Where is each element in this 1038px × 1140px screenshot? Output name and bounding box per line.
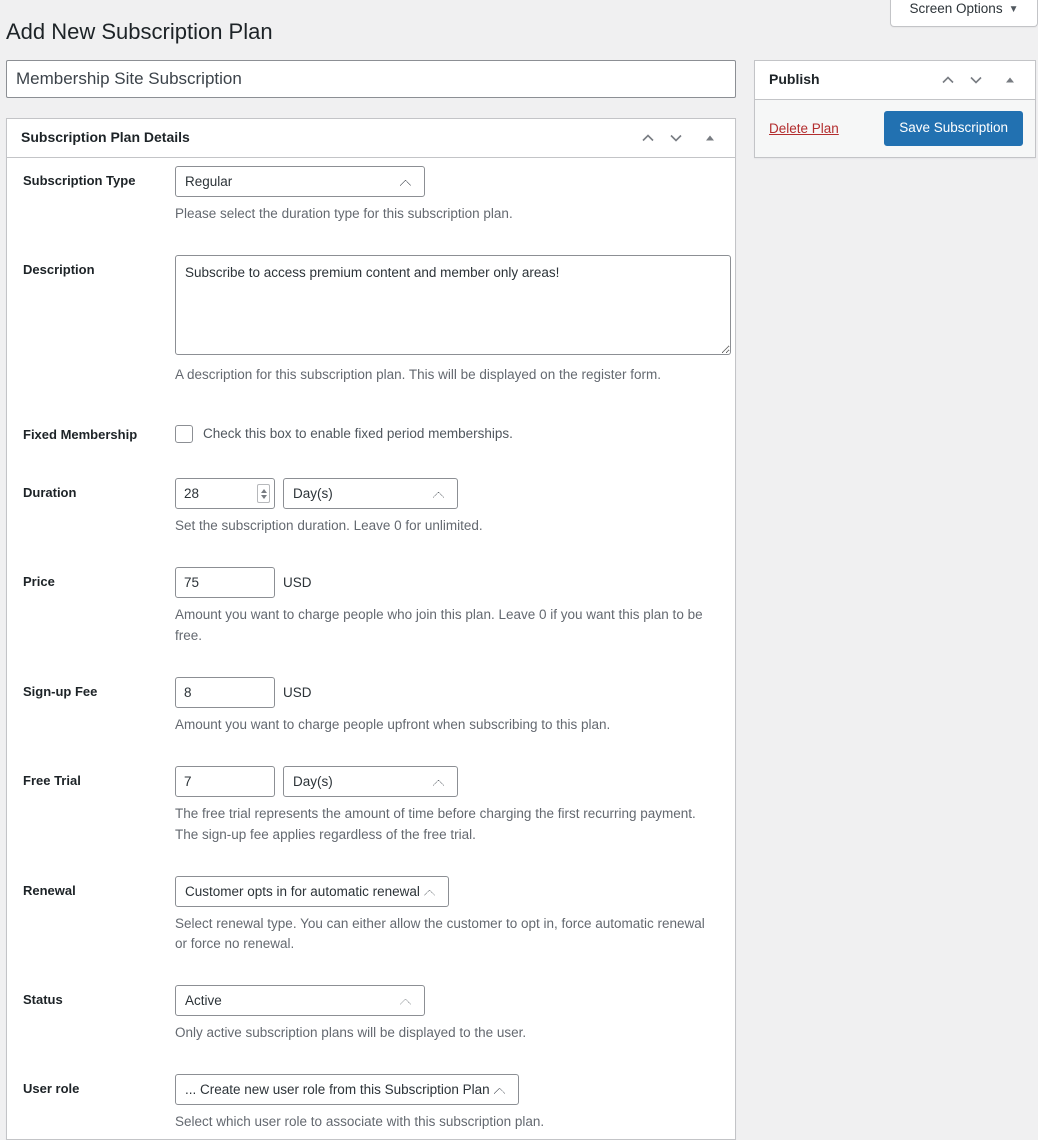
status-select[interactable]: Active <box>175 985 425 1017</box>
price-currency-label: USD <box>283 574 312 590</box>
publish-panel-heading: Publish <box>769 71 820 88</box>
price-label: Price <box>23 573 55 589</box>
user-role-description: Select which user role to associate with… <box>175 1114 545 1130</box>
status-label: Status <box>23 992 63 1008</box>
free-trial-input[interactable] <box>175 765 275 797</box>
publish-panel: Publish Delete Plan Save Subscription <box>754 60 1036 158</box>
subscription-type-label: Subscription Type <box>23 173 136 188</box>
plan-title-input[interactable] <box>6 60 736 98</box>
duration-description: Set the subscription duration. Leave 0 f… <box>175 518 483 534</box>
price-input[interactable] <box>175 566 275 598</box>
screen-options-label: Screen Options <box>909 1 1003 16</box>
subscription-plan-details-panel: Subscription Plan Details Subscription T… <box>6 118 736 1140</box>
details-panel-handle-actions <box>635 121 723 155</box>
save-subscription-button[interactable]: Save Subscription <box>884 111 1023 146</box>
status-description: Only active subscription plans will be d… <box>175 1025 527 1041</box>
side-column: Publish Delete Plan Save Subscription <box>754 60 1036 158</box>
field-row-status: Status Active Only active subscription p… <box>7 977 735 1044</box>
free-trial-description: The free trial represents the amount of … <box>175 805 696 842</box>
chevron-up-icon[interactable] <box>935 63 961 97</box>
duration-number-wrapper <box>175 478 275 510</box>
signup-fee-currency-label: USD <box>283 684 312 700</box>
field-row-description: Description Subscribe to access premium … <box>7 247 735 386</box>
caret-down-icon: ▼ <box>1008 4 1019 15</box>
field-row-fixed-membership: Fixed Membership Check this box to enabl… <box>7 412 735 444</box>
field-row-user-role: User role ... Create new user role from … <box>7 1066 735 1133</box>
fixed-membership-checkbox-label: Check this box to enable fixed period me… <box>203 426 513 442</box>
description-textarea[interactable]: Subscribe to access premium content and … <box>175 254 731 355</box>
chevron-down-icon[interactable] <box>663 121 689 155</box>
field-row-subscription-type: Subscription Type Regular Please select … <box>7 158 735 225</box>
page-title: Add New Subscription Plan <box>6 19 273 44</box>
fixed-membership-label: Fixed Membership <box>23 426 138 442</box>
chevron-up-icon[interactable] <box>635 121 661 155</box>
triangle-up-icon[interactable] <box>997 63 1023 97</box>
field-row-free-trial: Free Trial Day(s) The free trial represe… <box>7 758 735 846</box>
free-trial-unit-select[interactable]: Day(s) <box>283 765 458 797</box>
renewal-select[interactable]: Customer opts in for automatic renewal <box>175 875 449 907</box>
details-panel-body: Subscription Type Regular Please select … <box>7 158 735 1139</box>
renewal-description: Select renewal type. You can either allo… <box>175 915 705 952</box>
signup-fee-input[interactable] <box>175 676 275 708</box>
description-help: A description for this subscription plan… <box>175 366 661 382</box>
subscription-type-select[interactable]: Regular <box>175 166 425 197</box>
triangle-up-icon[interactable] <box>697 121 723 155</box>
field-row-duration: Duration Day(s) Set the subscription dur… <box>7 470 735 537</box>
duration-unit-select[interactable]: Day(s) <box>283 478 458 510</box>
duration-spinner[interactable] <box>257 484 270 504</box>
signup-fee-description: Amount you want to charge people upfront… <box>175 716 611 732</box>
fixed-membership-checkbox[interactable] <box>175 424 193 443</box>
publish-panel-handle-actions <box>935 63 1023 97</box>
description-label: Description <box>23 261 95 277</box>
publish-panel-body: Delete Plan Save Subscription <box>755 100 1035 157</box>
field-row-price: Price USD Amount you want to charge peop… <box>7 559 735 647</box>
field-row-renewal: Renewal Customer opts in for automatic r… <box>7 868 735 956</box>
price-description: Amount you want to charge people who joi… <box>175 606 703 643</box>
free-trial-label: Free Trial <box>23 772 81 788</box>
chevron-down-icon[interactable] <box>963 63 989 97</box>
details-panel-header: Subscription Plan Details <box>7 119 735 158</box>
main-column: Subscription Plan Details Subscription T… <box>6 60 736 1140</box>
field-row-signup-fee: Sign-up Fee USD Amount you want to charg… <box>7 669 735 736</box>
details-panel-heading: Subscription Plan Details <box>21 129 190 146</box>
delete-plan-link[interactable]: Delete Plan <box>769 121 839 136</box>
signup-fee-label: Sign-up Fee <box>23 683 98 699</box>
user-role-label: User role <box>23 1081 80 1097</box>
publish-panel-header: Publish <box>755 61 1035 100</box>
screen-options-button[interactable]: Screen Options ▼ <box>890 0 1038 27</box>
duration-label: Duration <box>23 485 77 501</box>
screen-meta-links: Screen Options ▼ <box>890 0 1038 27</box>
renewal-label: Renewal <box>23 882 76 898</box>
subscription-type-description: Please select the duration type for this… <box>175 206 513 221</box>
user-role-select[interactable]: ... Create new user role from this Subsc… <box>175 1074 519 1106</box>
